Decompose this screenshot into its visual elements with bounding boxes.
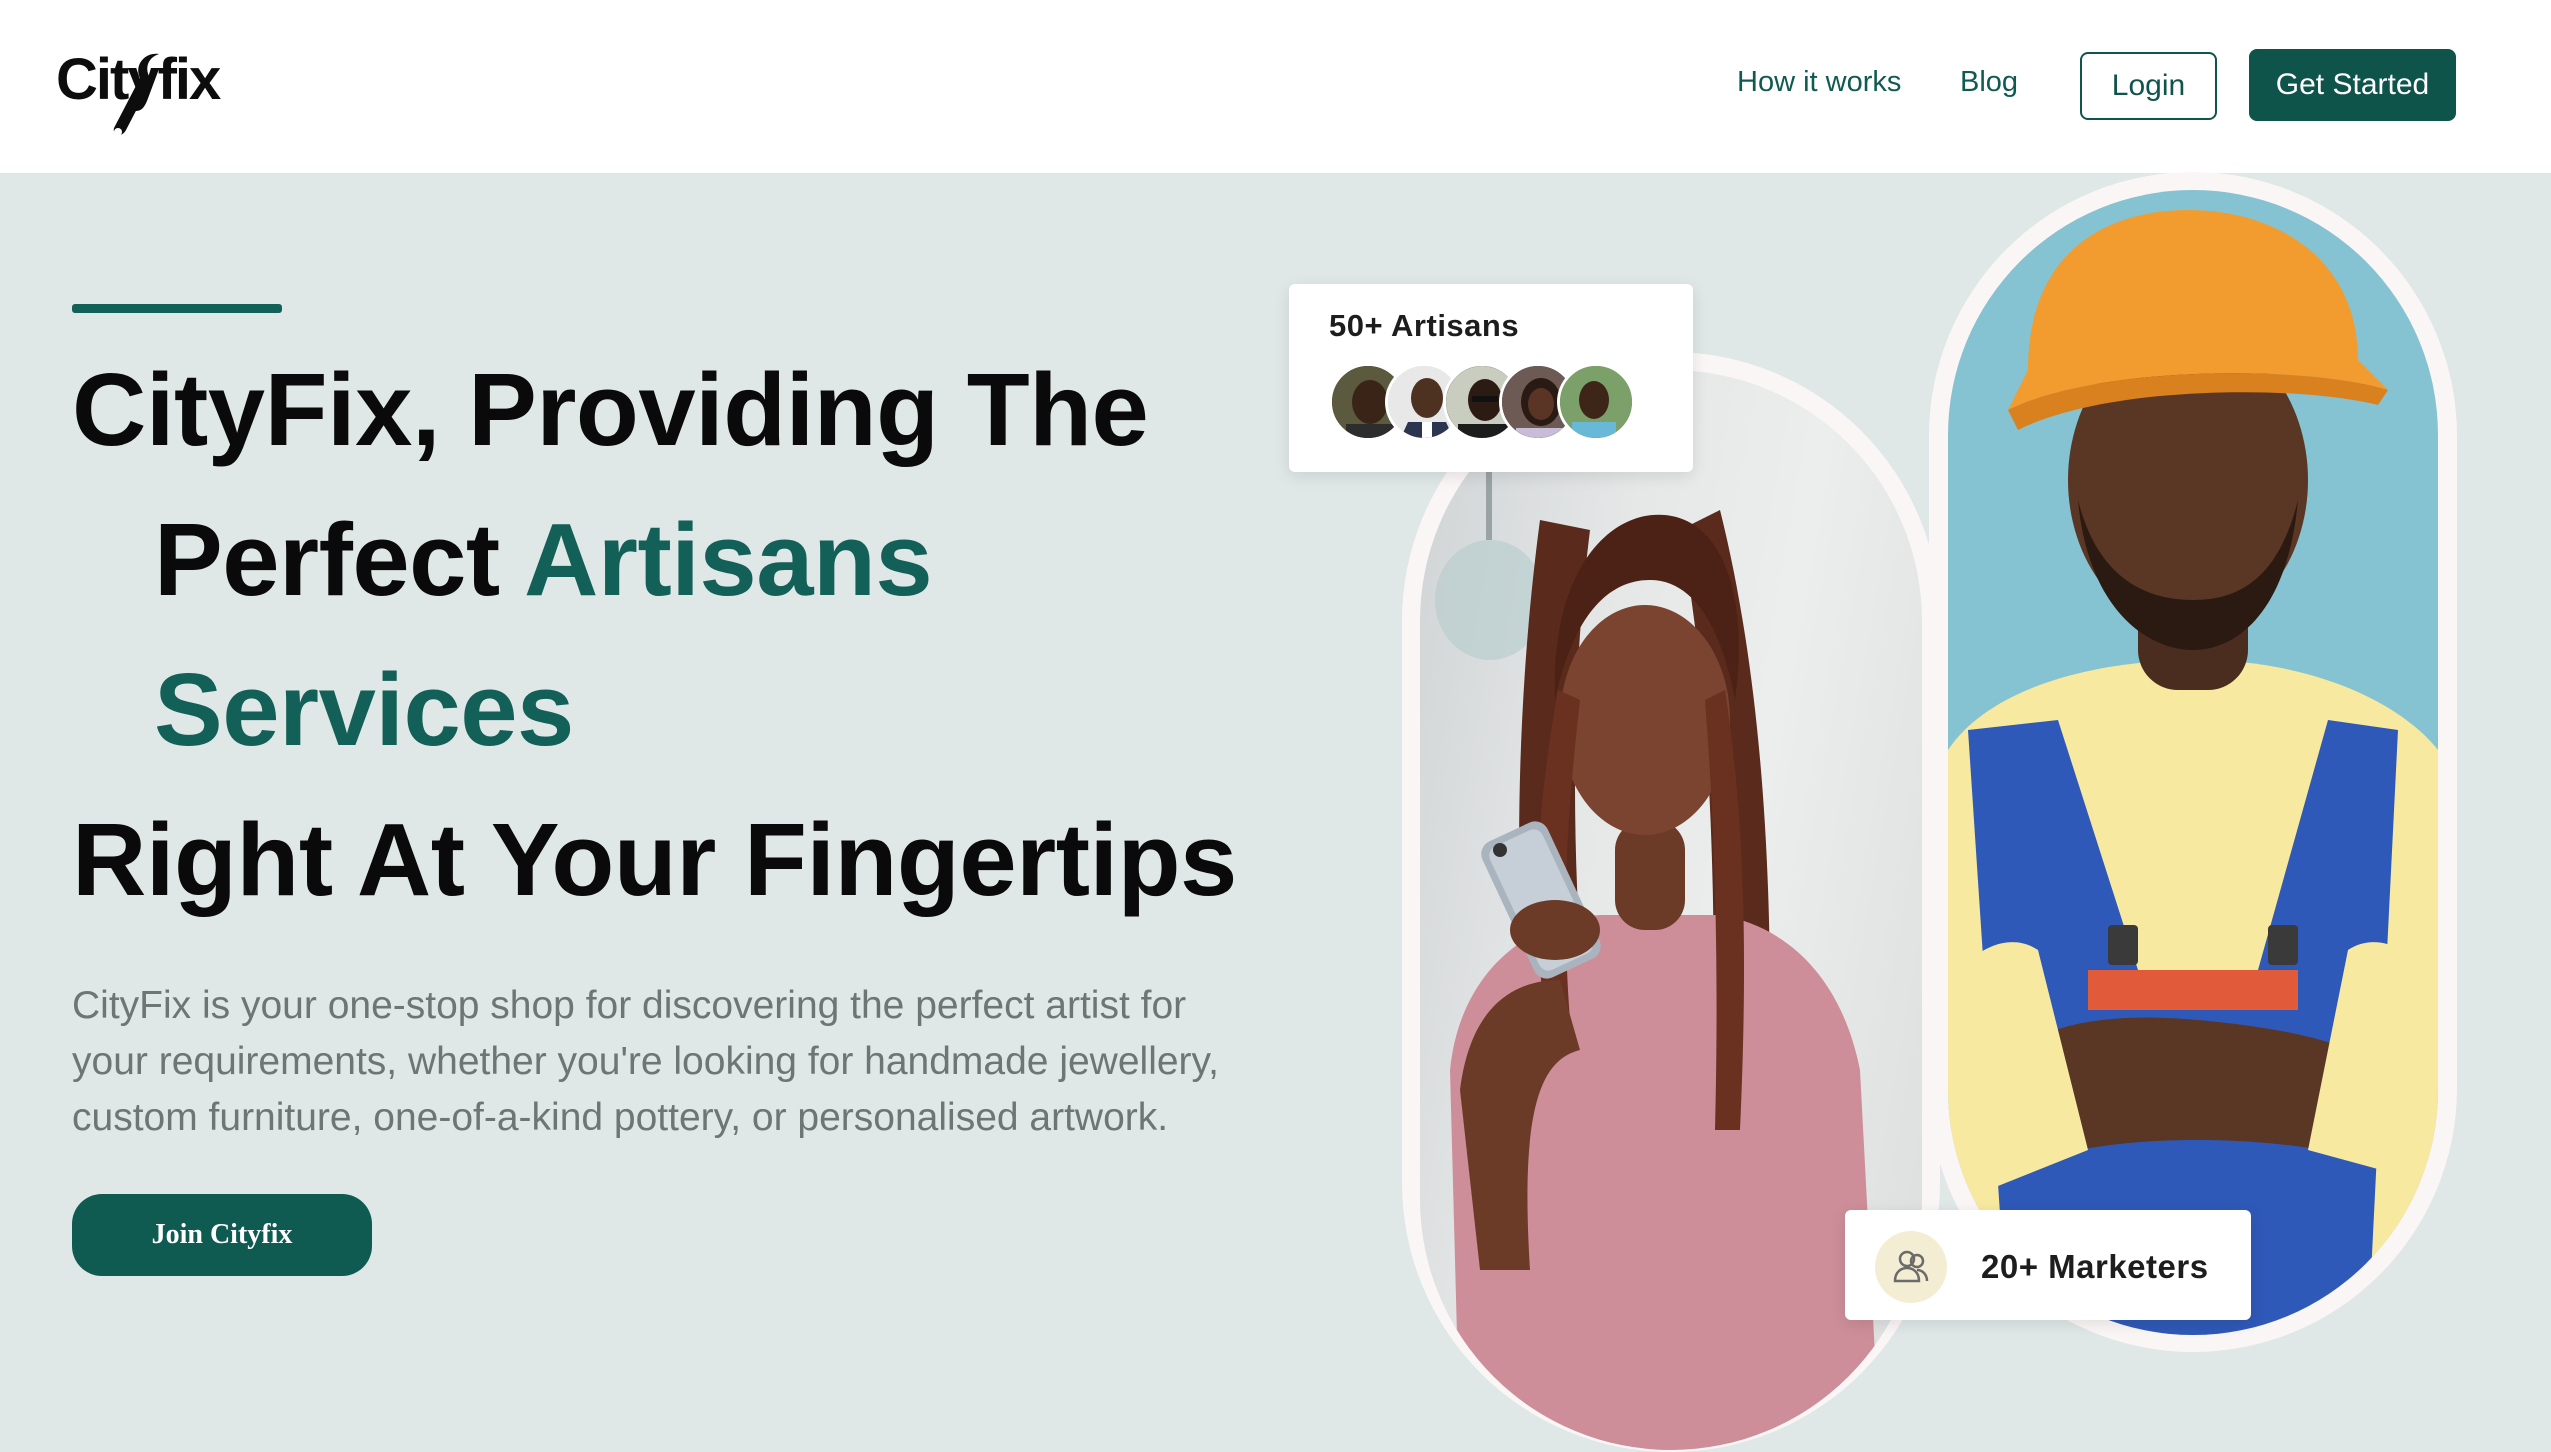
artisan-avatars bbox=[1329, 363, 1659, 443]
nav-blog[interactable]: Blog bbox=[1960, 66, 2018, 99]
hero-title-line-1: CityFix, Providing The bbox=[72, 352, 1149, 467]
title-accent-line bbox=[72, 304, 282, 313]
site-header: Cityfix How it works Blog Login Get Star… bbox=[0, 0, 2551, 173]
login-button[interactable]: Login bbox=[2080, 52, 2217, 120]
artisans-count-label: 50+ Artisans bbox=[1329, 308, 1520, 343]
avatar bbox=[1557, 363, 1635, 441]
nav-how-it-works[interactable]: How it works bbox=[1737, 66, 1901, 99]
hero-title-line-4: Right At Your Fingertips bbox=[72, 802, 1237, 917]
worker-illustration bbox=[1948, 210, 2438, 1335]
get-started-button[interactable]: Get Started bbox=[2249, 49, 2456, 121]
users-icon bbox=[1875, 1231, 1947, 1303]
cityfix-logo[interactable]: Cityfix bbox=[56, 42, 226, 152]
worker-in-hard-hat-photo bbox=[1948, 190, 2438, 1335]
hero-title-artisans: Artisans bbox=[524, 502, 933, 617]
wrench-icon bbox=[113, 53, 159, 136]
hero-description: CityFix is your one-stop shop for discov… bbox=[72, 984, 1219, 1139]
marketers-stat-card: 20+ Marketers bbox=[1845, 1210, 2251, 1320]
hero-title-line-3: Services bbox=[154, 652, 574, 767]
hero-title-perfect: Perfect bbox=[154, 502, 525, 617]
join-cityfix-button[interactable]: Join Cityfix bbox=[72, 1194, 372, 1276]
hero-title-line-2: Perfect Artisans bbox=[72, 485, 1272, 635]
marketers-count-label: 20+ Marketers bbox=[1981, 1248, 2209, 1285]
artisans-stat-card: 50+ Artisans bbox=[1289, 284, 1693, 472]
hero-title: CityFix, Providing The Perfect Artisans … bbox=[72, 335, 1272, 935]
